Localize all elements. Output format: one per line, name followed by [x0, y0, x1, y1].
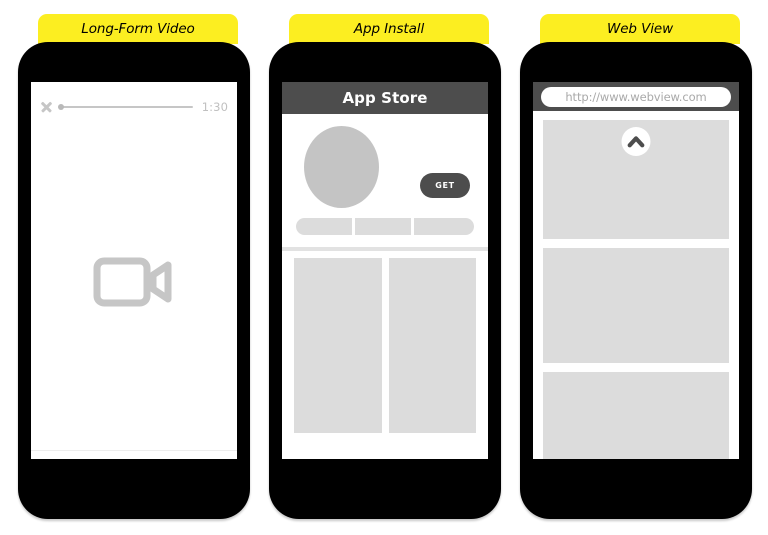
- panel-web-view: Web View http://www.webview.com: [510, 0, 760, 535]
- caption-label: App Install: [353, 21, 425, 37]
- close-x-icon[interactable]: [40, 101, 53, 114]
- phone-frame-web-view: http://www.webview.com: [520, 42, 752, 519]
- phone-mockup-board: Long-Form Video 1:30 App Install App Sto…: [0, 0, 768, 535]
- content-block-hero[interactable]: [543, 120, 729, 239]
- chevron-up-icon[interactable]: [621, 127, 651, 156]
- get-button[interactable]: GET: [420, 173, 470, 198]
- get-button-label: GET: [435, 181, 455, 190]
- screenshot-thumb[interactable]: [355, 218, 411, 235]
- video-scrubber[interactable]: [58, 101, 195, 114]
- video-duration-label: 1:30: [201, 100, 228, 114]
- content-block-middle[interactable]: [543, 248, 729, 363]
- scrubber-knob[interactable]: [58, 104, 64, 110]
- app-content-columns: [294, 258, 476, 433]
- caption-tab-web-view: Web View: [540, 14, 740, 44]
- screen-app-install: App Store GET: [282, 82, 488, 459]
- screenshot-thumb[interactable]: [414, 218, 474, 235]
- app-store-title: App Store: [342, 89, 428, 107]
- app-screenshot-strip: [296, 218, 474, 235]
- phone-frame-long-form-video: 1:30: [18, 42, 250, 519]
- screen-bottom-divider: [31, 450, 237, 451]
- app-detail-hero: GET: [282, 114, 488, 247]
- url-bar[interactable]: http://www.webview.com: [541, 86, 731, 107]
- content-column[interactable]: [388, 258, 476, 433]
- scrubber-track: [60, 105, 193, 109]
- phone-frame-app-install: App Store GET: [269, 42, 501, 519]
- content-column[interactable]: [294, 258, 382, 433]
- browser-chrome-bar: http://www.webview.com: [533, 82, 739, 111]
- url-text: http://www.webview.com: [565, 89, 707, 104]
- screenshot-thumb[interactable]: [296, 218, 352, 235]
- web-page-content: [533, 111, 739, 459]
- content-block-footer[interactable]: [543, 372, 729, 459]
- panel-long-form-video: Long-Form Video 1:30: [8, 0, 258, 535]
- caption-tab-app-install: App Install: [289, 14, 489, 44]
- app-store-header: App Store: [282, 82, 488, 114]
- screen-web-view: http://www.webview.com: [533, 82, 739, 459]
- app-icon-placeholder: [304, 126, 379, 208]
- video-player-topbar: 1:30: [31, 98, 237, 116]
- caption-label: Long-Form Video: [81, 21, 195, 37]
- screen-long-form-video: 1:30: [31, 82, 237, 459]
- video-camera-icon: [93, 257, 175, 307]
- panel-app-install: App Install App Store GET: [259, 0, 509, 535]
- section-divider: [282, 247, 488, 251]
- caption-label: Web View: [606, 21, 674, 37]
- caption-tab-long-form-video: Long-Form Video: [38, 14, 238, 44]
